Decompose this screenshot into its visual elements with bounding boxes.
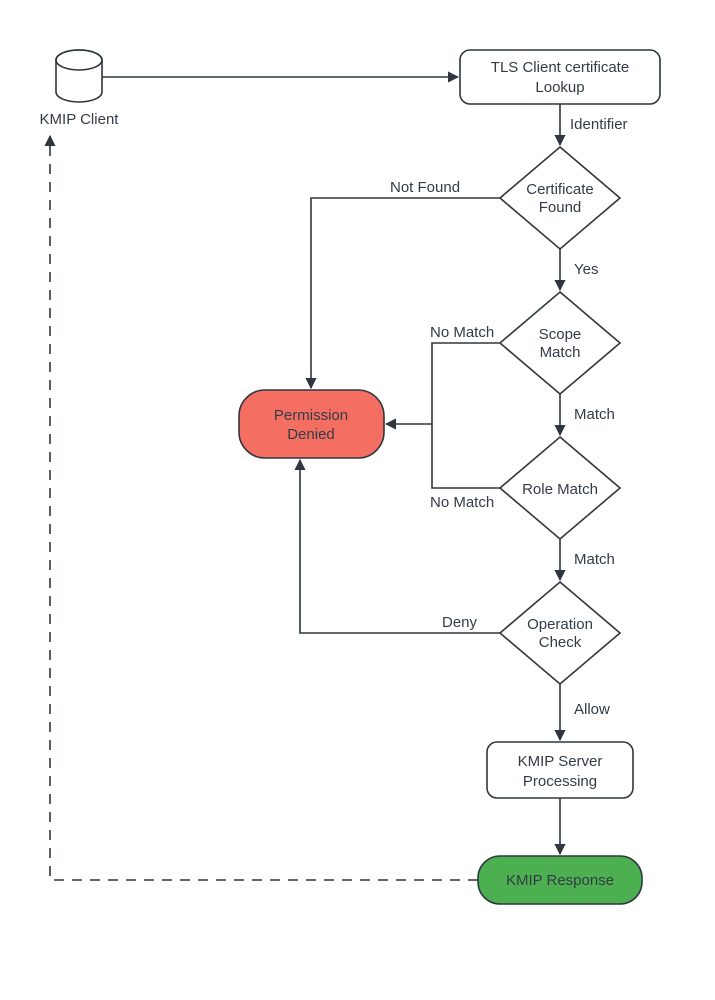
- certificate-found-node: Certificate Found: [500, 147, 620, 249]
- scope-match-node: Scope Match: [500, 292, 620, 394]
- edge-role-nomatch: [432, 424, 500, 488]
- operation-check-line1: Operation: [527, 616, 593, 633]
- edge-role-nomatch-label: No Match: [430, 494, 494, 511]
- edge-scope-match-label: Match: [574, 406, 615, 423]
- edge-op-deny-label: Deny: [442, 614, 478, 631]
- certificate-found-line2: Found: [539, 199, 582, 216]
- scope-match-line1: Scope: [539, 326, 582, 343]
- permission-denied-node: Permission Denied: [239, 390, 384, 458]
- tls-lookup-line2: Lookup: [535, 79, 584, 96]
- kmip-server-proc-line1: KMIP Server: [518, 753, 603, 770]
- edge-scope-nomatch: [386, 343, 500, 424]
- operation-check-line2: Check: [539, 634, 582, 651]
- role-match-node: Role Match: [500, 437, 620, 539]
- kmip-server-processing-node: KMIP Server Processing: [487, 742, 633, 798]
- edge-cert-notfound-label: Not Found: [390, 179, 460, 196]
- edge-cert-yes-label: Yes: [574, 261, 598, 278]
- permission-denied-line1: Permission: [274, 407, 348, 424]
- role-match-line1: Role Match: [522, 481, 598, 498]
- edge-response-to-client: [50, 136, 478, 880]
- edge-op-allow-label: Allow: [574, 701, 610, 718]
- kmip-response-node: KMIP Response: [478, 856, 642, 904]
- edge-cert-notfound: [311, 198, 500, 388]
- operation-check-node: Operation Check: [500, 582, 620, 684]
- scope-match-line2: Match: [540, 344, 581, 361]
- tls-lookup-line1: TLS Client certificate: [491, 59, 629, 76]
- edge-role-match-label: Match: [574, 551, 615, 568]
- kmip-client-label: KMIP Client: [40, 111, 120, 128]
- certificate-found-line1: Certificate: [526, 181, 594, 198]
- kmip-response-label: KMIP Response: [506, 872, 614, 889]
- kmip-server-proc-line2: Processing: [523, 773, 597, 790]
- permission-denied-line2: Denied: [287, 426, 335, 443]
- kmip-client-node: KMIP Client: [40, 50, 120, 128]
- edge-scope-nomatch-label: No Match: [430, 324, 494, 341]
- edge-identifier-label: Identifier: [570, 116, 628, 133]
- tls-lookup-node: TLS Client certificate Lookup: [460, 50, 660, 104]
- edge-op-deny: [300, 460, 500, 633]
